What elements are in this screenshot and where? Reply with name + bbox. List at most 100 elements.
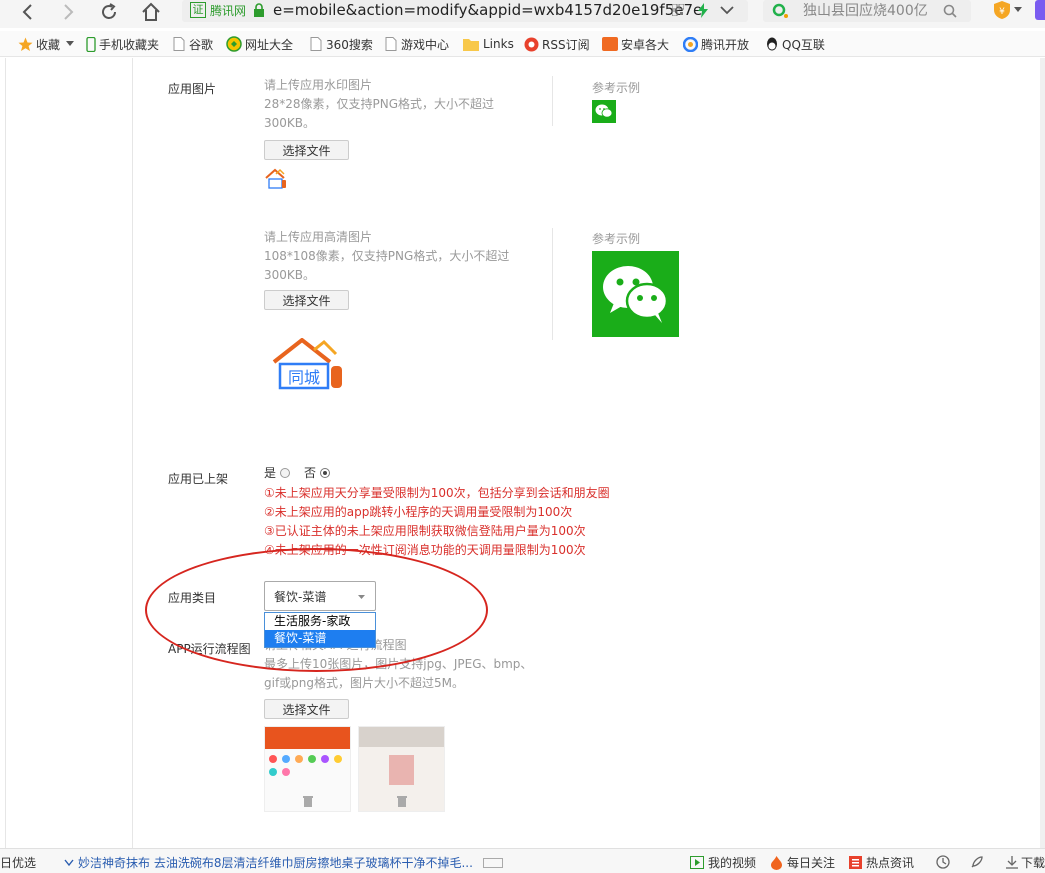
listed-radio-group: 是 否 bbox=[264, 464, 331, 481]
bookmark-android[interactable]: 安卓各大 bbox=[602, 35, 672, 53]
thumb-dot bbox=[269, 755, 277, 763]
download-button[interactable]: 下载 bbox=[1006, 854, 1045, 871]
radio-yes-label: 是 bbox=[264, 466, 277, 480]
rocket-icon[interactable] bbox=[970, 855, 984, 869]
app-listed-label: 应用已上架 bbox=[168, 472, 229, 486]
bookmark-favorites[interactable]: 收藏 bbox=[18, 35, 75, 53]
radio-no-label: 否 bbox=[304, 466, 317, 480]
lightning-icon[interactable] bbox=[697, 3, 709, 18]
hint-line: 108*108像素，仅支持PNG格式，大小不超过 bbox=[264, 249, 510, 263]
flow-upload-button[interactable]: 选择文件 bbox=[264, 699, 349, 719]
trash-icon[interactable] bbox=[303, 795, 313, 807]
thumb-header bbox=[265, 727, 350, 749]
example-label: 参考示例 bbox=[592, 81, 641, 95]
bookmark-360[interactable]: 360搜索 bbox=[310, 35, 373, 53]
wechat-large-icon bbox=[592, 251, 679, 337]
url-text: e=mobile&action=modify&appid=wxb4157d20e… bbox=[273, 1, 703, 19]
house-logo-icon: 同城 bbox=[272, 337, 342, 390]
flame-icon bbox=[771, 855, 782, 870]
flow-thumbnail-2 bbox=[358, 726, 445, 812]
caret-down-icon bbox=[66, 41, 75, 46]
search-input[interactable]: 独山县回应烧400亿 bbox=[803, 1, 928, 21]
bookmark-links[interactable]: Links bbox=[463, 35, 514, 53]
star-icon bbox=[18, 37, 33, 51]
page-icon bbox=[173, 37, 185, 51]
bookmark-tencent-open[interactable]: 腾讯开放 bbox=[683, 35, 753, 53]
home-button[interactable] bbox=[139, 0, 163, 24]
section-divider bbox=[552, 228, 553, 340]
download-icon bbox=[1006, 856, 1018, 869]
listed-note-3: ③已认证主体的未上架应用限制获取微信登陆用户量为100次 bbox=[264, 524, 586, 538]
watermark-upload-button[interactable]: 选择文件 bbox=[264, 140, 349, 160]
news-ticker[interactable]: 妙洁神奇抹布 去油洗碗布8层清洁纤维巾厨房擦地桌子玻璃杯干净不掉毛... bbox=[64, 854, 503, 871]
thumb-block bbox=[389, 755, 414, 785]
page-content: 应用图片 请上传应用水印图片 28*28像素，仅支持PNG格式，大小不超过 30… bbox=[0, 58, 1045, 848]
hint-line: 请上传应用高清图片 bbox=[264, 230, 373, 244]
reload-button[interactable] bbox=[97, 0, 121, 24]
bookmark-directory[interactable]: 网址大全 bbox=[226, 35, 293, 53]
hint-line: 300KB。 bbox=[264, 268, 316, 282]
bookmarks-bar: 收藏 手机收藏夹 谷歌 网址大全 360搜索 游戏中心 Links RSS订阅 … bbox=[0, 31, 1045, 57]
address-bar[interactable]: 证 腾讯网 e=mobile&action=modify&appid=wxb41… bbox=[182, 0, 748, 22]
trash-icon[interactable] bbox=[397, 795, 407, 807]
wechat-icon bbox=[603, 266, 669, 323]
status-left-text[interactable]: 日优选 bbox=[0, 854, 36, 871]
window-icon bbox=[482, 857, 503, 868]
bookmark-label: 360搜索 bbox=[326, 37, 373, 52]
sidebar-divider bbox=[132, 58, 133, 848]
wechat-icon bbox=[595, 104, 613, 118]
daily-follow-button[interactable]: 每日关注 bbox=[770, 854, 835, 871]
hint-line: 300KB。 bbox=[264, 116, 316, 130]
radio-yes[interactable] bbox=[280, 467, 291, 478]
news-icon bbox=[849, 856, 862, 869]
download-label: 下载 bbox=[1021, 856, 1045, 870]
hint-line: gif或png格式，图片大小不超过5M。 bbox=[264, 676, 465, 690]
forward-button[interactable] bbox=[56, 0, 80, 24]
radio-no[interactable] bbox=[320, 467, 331, 478]
android-icon bbox=[602, 37, 618, 51]
chevron-down-icon[interactable] bbox=[720, 5, 734, 15]
flow-thumbnail-1 bbox=[264, 726, 351, 812]
bookmark-label: 腾讯开放 bbox=[701, 37, 750, 52]
thumb-dot bbox=[295, 755, 303, 763]
qr-code-icon[interactable] bbox=[672, 4, 684, 16]
cert-badge: 证 bbox=[190, 2, 206, 18]
bookmark-games[interactable]: 游戏中心 bbox=[385, 35, 449, 53]
hd-upload-button[interactable]: 选择文件 bbox=[264, 290, 349, 310]
scrollbar[interactable] bbox=[1040, 58, 1045, 848]
app-image-label: 应用图片 bbox=[168, 82, 217, 96]
back-button[interactable] bbox=[16, 0, 40, 24]
search-bar[interactable]: 独山县回应烧400亿 bbox=[763, 0, 971, 22]
content-border bbox=[5, 58, 6, 848]
listed-note-2: ②未上架应用的app跳转小程序的天调用量受限制为100次 bbox=[264, 505, 573, 519]
tencent-icon bbox=[683, 36, 698, 52]
bookmark-rss[interactable]: RSS订阅 bbox=[524, 35, 594, 53]
thumb-dot bbox=[321, 755, 329, 763]
wallet-shield-icon[interactable]: ¥ bbox=[992, 0, 1012, 20]
my-video-label: 我的视频 bbox=[708, 856, 757, 870]
bookmark-label: Links bbox=[483, 37, 514, 51]
bookmark-label: RSS订阅 bbox=[542, 37, 590, 52]
bookmark-qq[interactable]: QQ互联 bbox=[765, 35, 833, 53]
hot-news-button[interactable]: 热点资讯 bbox=[849, 854, 914, 871]
watermark-hint: 请上传应用水印图片 28*28像素，仅支持PNG格式，大小不超过 300KB。 bbox=[264, 76, 524, 133]
my-video-button[interactable]: 我的视频 bbox=[690, 854, 756, 871]
status-bar: 日优选 妙洁神奇抹布 去油洗碗布8层清洁纤维巾厨房擦地桌子玻璃杯干净不掉毛...… bbox=[0, 848, 1045, 873]
section-divider bbox=[552, 76, 553, 126]
daily-follow-label: 每日关注 bbox=[787, 856, 836, 870]
bookmark-mobile[interactable]: 手机收藏夹 bbox=[86, 35, 159, 53]
thumb-dot bbox=[269, 768, 277, 776]
site-name: 腾讯网 bbox=[210, 4, 247, 18]
search-icon[interactable] bbox=[943, 4, 957, 18]
page-icon bbox=[385, 37, 397, 51]
search-engine-icon bbox=[772, 3, 788, 18]
hint-line: 28*28像素，仅支持PNG格式，大小不超过 bbox=[264, 97, 495, 111]
extension-icon[interactable] bbox=[1035, 0, 1045, 20]
caret-down-icon[interactable] bbox=[1014, 7, 1022, 13]
wechat-small-icon bbox=[592, 100, 616, 123]
folder-icon bbox=[463, 38, 479, 51]
chevron-left-icon bbox=[22, 4, 32, 20]
bookmark-google[interactable]: 谷歌 bbox=[173, 35, 213, 53]
history-icon[interactable] bbox=[936, 855, 950, 869]
phone-icon bbox=[86, 36, 96, 52]
